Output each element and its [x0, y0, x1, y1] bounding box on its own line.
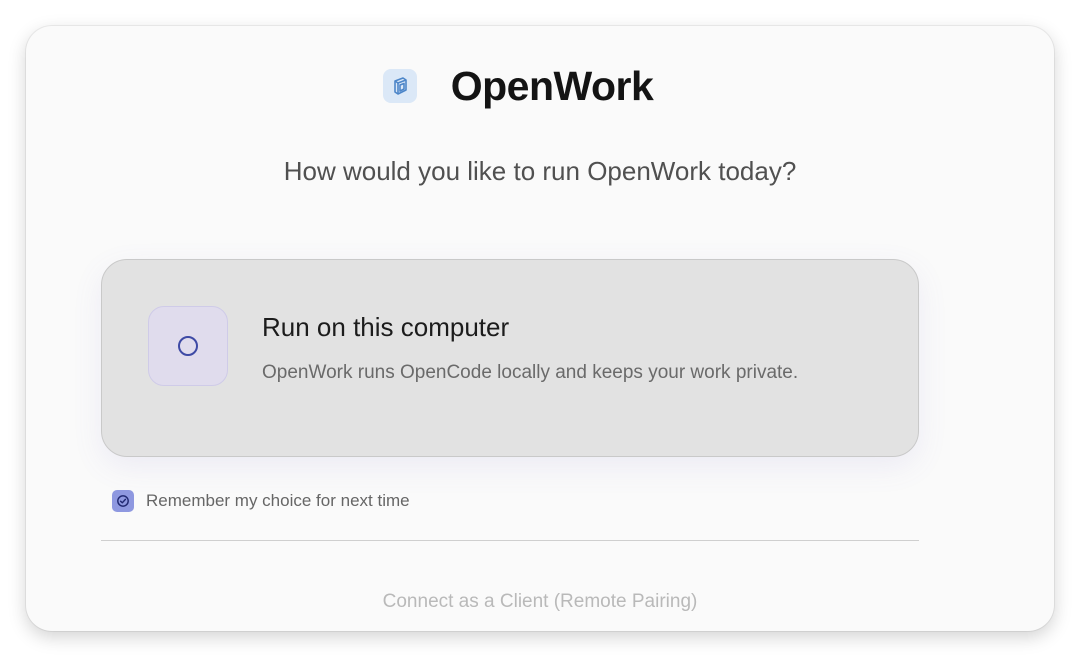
app-title: OpenWork	[450, 62, 654, 109]
onboarding-window: OpenWork How would you like to run OpenW…	[26, 26, 1054, 631]
openwork-logo-icon	[382, 69, 417, 103]
connect-client-link[interactable]: Connect as a Client (Remote Pairing)	[26, 591, 1054, 613]
remember-label: Remember my choice for next time	[146, 491, 410, 510]
prompt-heading: How would you like to run OpenWork today…	[283, 156, 797, 186]
remember-choice-checkbox-row[interactable]: Remember my choice for next time	[112, 490, 410, 512]
option-description: OpenWork runs OpenCode locally and keeps…	[262, 362, 799, 383]
radio-button[interactable]	[148, 306, 228, 386]
brand-header: OpenWork	[26, 63, 1054, 109]
option-title: Run on this computer	[262, 312, 510, 342]
remember-checkbox[interactable]	[112, 490, 134, 512]
divider	[101, 540, 919, 541]
run-local-option-card[interactable]: Run on this computer OpenWork runs OpenC…	[101, 259, 919, 457]
radio-circle-icon	[178, 336, 198, 356]
check-circle-icon	[117, 495, 129, 507]
